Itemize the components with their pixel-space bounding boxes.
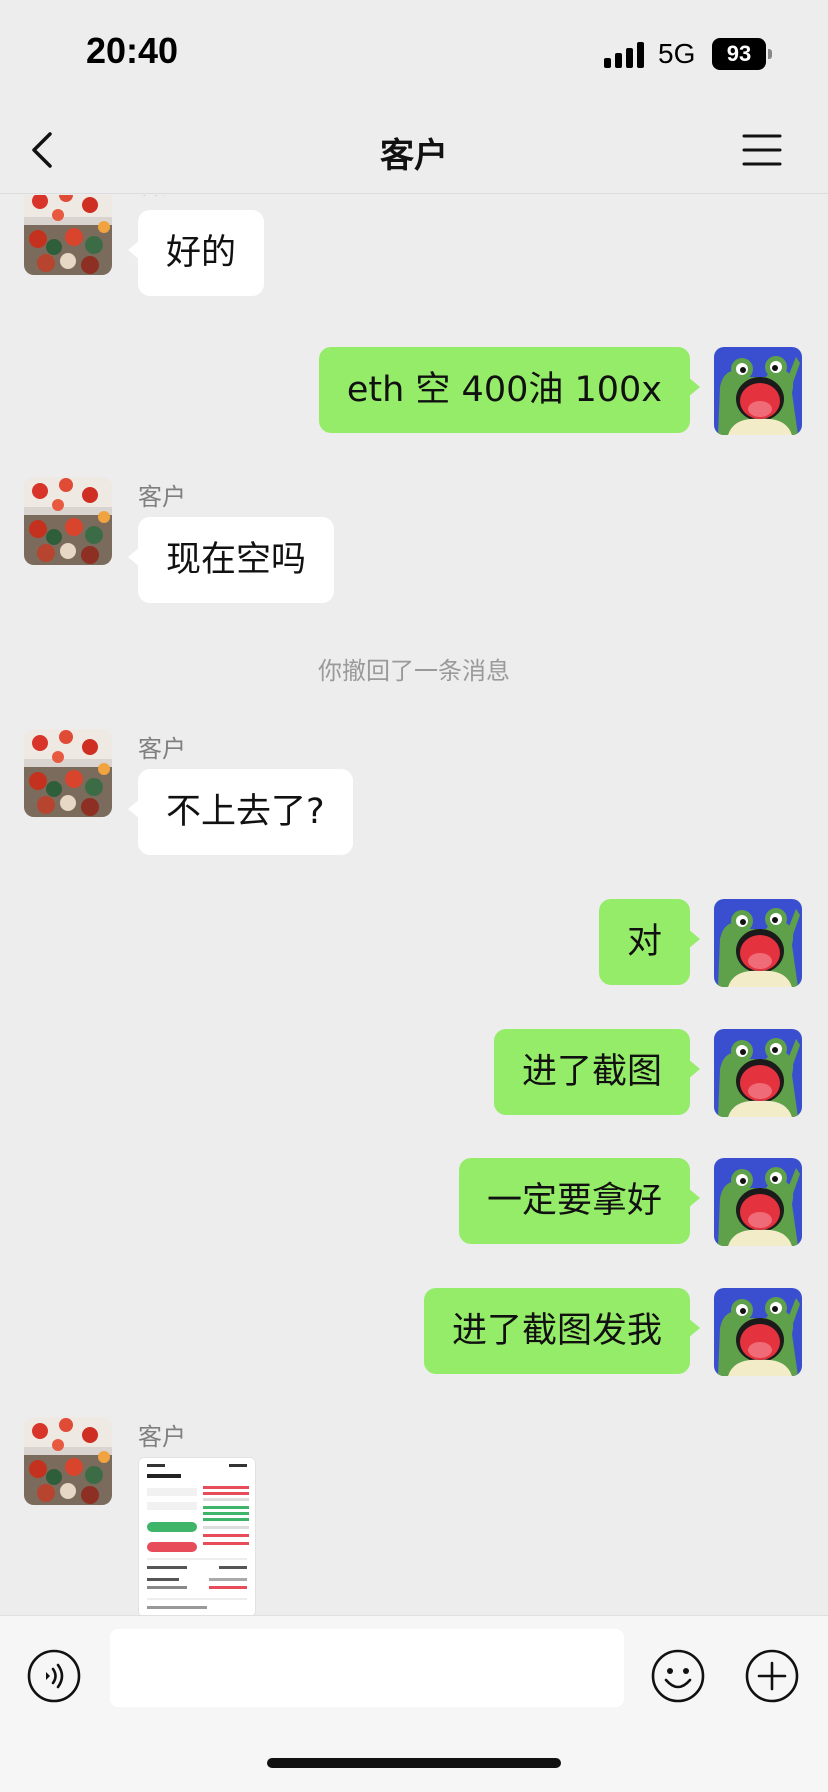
- chat-area[interactable]: 客户 好的 eth 空 400油 100x 客户 现在空吗 你撤回了一条消息 客…: [0, 195, 828, 1615]
- status-time: 20:40: [86, 30, 179, 71]
- my-avatar[interactable]: [714, 347, 802, 435]
- status-bar: 20:40 5G 93: [0, 0, 828, 110]
- sender-name: 客户: [138, 483, 186, 511]
- message-bubble[interactable]: 好的: [127, 210, 265, 296]
- page-title: 客户: [380, 136, 448, 176]
- sender-name: 客户: [138, 1423, 186, 1451]
- message-bubble[interactable]: 不上去了?: [128, 769, 353, 855]
- message-bubble[interactable]: 进了截图: [493, 1029, 701, 1115]
- battery-level: 93: [712, 38, 766, 70]
- my-avatar[interactable]: [714, 1288, 802, 1376]
- battery-icon: 93: [712, 38, 772, 70]
- my-avatar[interactable]: [714, 899, 802, 987]
- contact-avatar[interactable]: [24, 477, 112, 565]
- contact-avatar[interactable]: [24, 195, 112, 275]
- screenshot-thumbnail-image: [139, 1458, 255, 1615]
- network-type: 5G: [658, 38, 696, 69]
- image-message-thumbnail[interactable]: [138, 1457, 256, 1615]
- system-message: 你撤回了一条消息: [318, 657, 510, 685]
- message-bubble[interactable]: 现在空吗: [127, 517, 335, 603]
- contact-avatar[interactable]: [24, 1417, 112, 1505]
- voice-icon[interactable]: [26, 1648, 82, 1704]
- contact-avatar[interactable]: [24, 729, 112, 817]
- message-bubble[interactable]: 进了截图发我: [423, 1288, 701, 1374]
- message-bubble[interactable]: 一定要拿好: [458, 1158, 701, 1244]
- message-bubble[interactable]: eth 空 400油 100x: [318, 347, 701, 433]
- signal-icon: [604, 42, 646, 68]
- emoji-icon[interactable]: [650, 1648, 706, 1704]
- message-bubble[interactable]: 对: [598, 899, 701, 985]
- sender-name: 客户: [138, 735, 186, 763]
- sender-name: 客户: [138, 195, 186, 200]
- plus-icon[interactable]: [744, 1648, 800, 1704]
- my-avatar[interactable]: [714, 1029, 802, 1117]
- nav-bar: 客户: [0, 110, 828, 194]
- menu-icon[interactable]: [742, 130, 782, 170]
- message-input[interactable]: [110, 1629, 624, 1707]
- my-avatar[interactable]: [714, 1158, 802, 1246]
- home-indicator: [267, 1758, 561, 1768]
